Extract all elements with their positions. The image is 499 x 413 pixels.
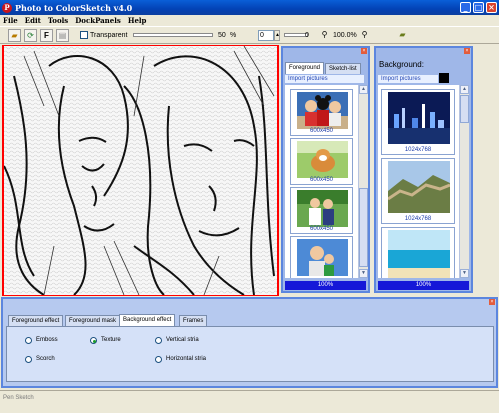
menu-bar: File Edit Tools DockPanels Help [0, 15, 499, 26]
foreground-import-link[interactable]: Import pictures [285, 75, 364, 83]
app-icon: P [2, 2, 12, 13]
effects-panel: × Foreground effect Foreground mask Back… [1, 297, 498, 388]
foreground-thumbnail[interactable]: 600x450 [290, 89, 353, 136]
background-progress-bar: 100% [378, 281, 469, 290]
window-title: Photo to ColorSketch v4.0 [15, 2, 133, 13]
great-wall-photo [388, 161, 450, 213]
background-import-link[interactable]: Import pictures [378, 75, 438, 83]
tab-sketch-list[interactable]: Sketch-list [325, 63, 361, 74]
foreground-thumbnail-list: 600x450 600x450 600x450 [285, 85, 358, 278]
sketch-image [4, 46, 277, 295]
sketch-canvas[interactable] [2, 45, 279, 296]
background-color-swatch[interactable] [439, 73, 449, 83]
scroll-down-arrow-icon[interactable]: ▼ [359, 269, 368, 278]
texture-radio[interactable] [90, 337, 97, 344]
city-night-skyline-photo [388, 92, 450, 144]
horizontal-stria-radio[interactable] [155, 356, 162, 363]
zoom-icon[interactable]: ⚲ [318, 29, 331, 42]
refresh-icon[interactable]: ⟳ [24, 29, 37, 42]
close-button[interactable]: × [486, 2, 497, 13]
opacity-unit: % [230, 32, 237, 39]
foreground-panel-close-icon[interactable]: × [361, 48, 367, 54]
background-scrollbar[interactable]: ▲ ▼ [459, 85, 469, 278]
tab-background-effect[interactable]: Background effect [119, 314, 176, 326]
scroll-up-arrow-icon[interactable]: ▲ [359, 85, 368, 94]
effects-options-area: Emboss Texture Vertical stria Scorch Hor… [6, 326, 494, 382]
open-folder-icon[interactable]: ▰ [8, 29, 21, 42]
opacity-value: 50 [218, 32, 226, 39]
background-panel: × Background: Import pictures 1024x768 1… [374, 46, 473, 293]
background-thumbnail[interactable] [381, 227, 455, 278]
opacity-slider[interactable] [133, 33, 213, 37]
rotate-input[interactable]: 0 [258, 30, 274, 41]
tab-frames[interactable]: Frames [179, 315, 208, 326]
menu-file[interactable]: File [0, 16, 22, 25]
background-panel-close-icon[interactable]: × [464, 48, 470, 54]
toolbar: ▰ ⟳ F ▤ Transparent 50 % 0 ▲ 0 ⚲ 100.0% … [0, 26, 499, 44]
rotate-spinner[interactable]: ▲ [274, 30, 280, 41]
man-and-child-photo [297, 239, 348, 276]
scroll-down-arrow-icon[interactable]: ▼ [460, 269, 469, 278]
magnifier-icon[interactable]: ⚲ [358, 29, 371, 42]
vertical-stria-label: Vertical stria [166, 337, 199, 343]
scorch-label: Scorch [36, 356, 55, 362]
emboss-radio[interactable] [25, 337, 32, 344]
emboss-label: Emboss [36, 337, 58, 343]
couple-with-mickey-photo [297, 92, 348, 129]
foreground-scrollbar[interactable]: ▲ ▼ [358, 85, 368, 278]
ocean-beach-photo [388, 230, 450, 278]
scroll-up-arrow-icon[interactable]: ▲ [460, 85, 469, 94]
dog-on-grass-photo [297, 141, 348, 178]
menu-edit[interactable]: Edit [22, 16, 45, 25]
vertical-stria-radio[interactable] [155, 337, 162, 344]
foreground-thumb-caption: 600x450 [309, 226, 334, 232]
scroll-thumb[interactable] [460, 95, 469, 123]
scroll-thumb[interactable] [359, 188, 368, 267]
background-thumb-caption: 1024x768 [404, 147, 432, 153]
foreground-thumbnail[interactable]: 600x450 [290, 138, 353, 185]
horizontal-stria-label: Horizontal stria [166, 356, 207, 362]
font-icon[interactable]: F [40, 29, 53, 42]
tab-foreground-effect[interactable]: Foreground effect [8, 315, 64, 326]
effects-panel-close-icon[interactable]: × [489, 299, 495, 305]
status-text: Pen Sketch [3, 395, 34, 401]
couple-in-park-photo [297, 190, 348, 227]
menu-tools[interactable]: Tools [45, 16, 72, 25]
zoom-value: 100.0% [333, 32, 357, 39]
foreground-thumb-caption: 600x450 [309, 177, 334, 183]
offset-value: 0 [305, 32, 309, 39]
background-thumbnail-list: 1024x768 1024x768 [378, 85, 459, 278]
transparent-checkbox[interactable] [80, 31, 88, 39]
tab-foreground[interactable]: Foreground [285, 62, 325, 74]
menu-dockpanels[interactable]: DockPanels [72, 16, 125, 25]
minimize-button[interactable]: _ [460, 2, 471, 13]
background-thumb-caption: 1024x768 [404, 216, 432, 222]
menu-help[interactable]: Help [125, 16, 151, 25]
foreground-progress-bar: 100% [285, 281, 366, 290]
foreground-panel: × Foreground Sketch-list Import pictures… [281, 46, 370, 293]
foreground-thumb-caption: 600x450 [309, 128, 334, 134]
transparent-label: Transparent [90, 32, 128, 39]
background-thumbnail[interactable]: 1024x768 [381, 158, 455, 224]
background-header: Background: [379, 60, 424, 69]
status-bar: Pen Sketch [0, 390, 499, 413]
foreground-thumbnail[interactable]: 600x450 [290, 187, 353, 234]
scorch-radio[interactable] [25, 356, 32, 363]
maximize-button[interactable]: □ [473, 2, 484, 13]
paint-brush-icon[interactable]: ▰ [396, 29, 409, 42]
foreground-thumbnail[interactable] [290, 236, 353, 278]
texture-label: Texture [101, 337, 121, 343]
save-disk-icon[interactable]: ▤ [56, 29, 69, 42]
background-thumbnail[interactable]: 1024x768 [381, 89, 455, 155]
tab-foreground-mask[interactable]: Foreground mask [65, 315, 121, 326]
title-bar: P Photo to ColorSketch v4.0 _ □ × [0, 0, 499, 15]
